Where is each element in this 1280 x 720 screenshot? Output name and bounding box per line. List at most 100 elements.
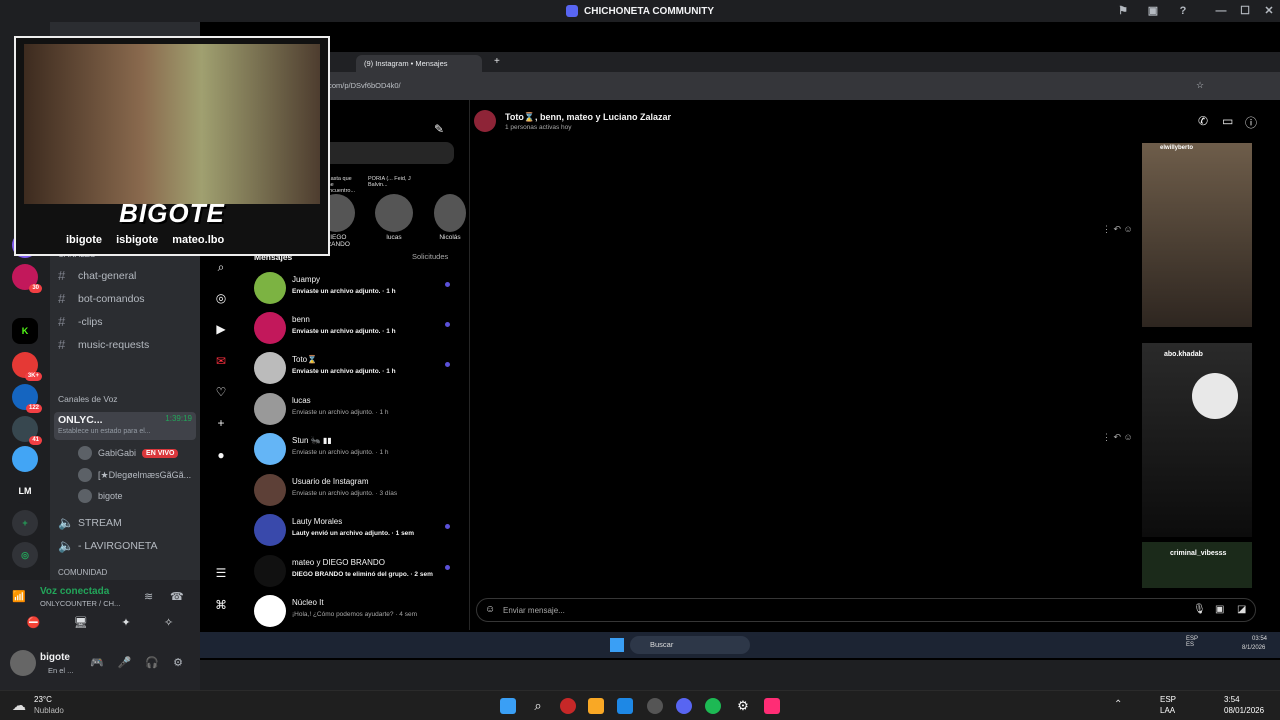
gamepad-icon[interactable]: 🎮: [90, 656, 104, 669]
reply-icon[interactable]: ⋮ ↶ ☺: [1102, 224, 1133, 235]
soundboard-icon[interactable]: ✧: [164, 616, 173, 638]
app-icon[interactable]: [617, 698, 633, 714]
voice-category-header[interactable]: Canales de Voz: [58, 394, 118, 404]
help-icon[interactable]: ?: [1176, 4, 1190, 18]
reels-icon[interactable]: ▶: [214, 322, 228, 336]
create-icon[interactable]: +: [214, 416, 228, 430]
profile-icon[interactable]: ●: [214, 448, 228, 462]
chevron-up-icon[interactable]: ⌃: [1114, 699, 1122, 710]
minimize-icon[interactable]: —: [1214, 4, 1228, 18]
image-icon[interactable]: ▣: [1215, 604, 1224, 615]
dm-list-item[interactable]: Lauty Morales Lauty envió un archivo adju…: [254, 514, 464, 550]
discover-icon[interactable]: ◎: [12, 542, 38, 568]
screen-share-icon[interactable]: 🖥: [74, 616, 88, 638]
microphone-icon[interactable]: 🎤: [118, 656, 132, 669]
messages-icon[interactable]: ✉: [214, 354, 228, 368]
windows-start-icon[interactable]: [610, 638, 624, 652]
avatar[interactable]: [10, 650, 36, 676]
file-explorer-icon[interactable]: [588, 698, 604, 714]
url-text[interactable]: .com/p/DSvf6bOD4k0/: [326, 81, 401, 90]
sticker-icon[interactable]: ◪: [1237, 604, 1246, 615]
story-avatar: [434, 194, 466, 232]
avatar[interactable]: [474, 110, 496, 132]
explore-icon[interactable]: ◎: [214, 291, 228, 305]
server-icon[interactable]: 3K+: [12, 352, 42, 381]
add-server-icon[interactable]: +: [12, 510, 38, 536]
server-icon[interactable]: 122: [12, 384, 42, 413]
app-icon[interactable]: [764, 698, 780, 714]
weather-icon[interactable]: ☁: [12, 697, 26, 714]
threads-icon[interactable]: ⌘: [214, 598, 228, 612]
channel-music-requests[interactable]: # music-requests: [58, 337, 149, 352]
noise-suppression-icon[interactable]: ≋: [144, 590, 153, 603]
microphone-icon[interactable]: 🎙: [1193, 604, 1206, 615]
voice-channel-active[interactable]: ONLYC... 1:39:19 Establece un estado par…: [54, 412, 196, 440]
disconnect-icon[interactable]: ☎: [170, 590, 184, 603]
dm-list-item[interactable]: Usuario de Instagram Enviaste un archivo …: [254, 474, 464, 510]
voice-user[interactable]: bigote: [78, 489, 123, 503]
voice-channel-label[interactable]: ONLYCOUNTER / CH...: [40, 599, 120, 608]
maximize-icon[interactable]: ☐: [1238, 4, 1252, 18]
lm-server-icon[interactable]: LM: [12, 478, 38, 504]
dm-list-item[interactable]: Stun 🐜 ▮▮ Enviaste un archivo adjunto. · …: [254, 433, 464, 469]
bookmark-icon[interactable]: ☆: [1196, 80, 1204, 91]
inbox-icon[interactable]: ⚑: [1116, 4, 1130, 18]
server-icon[interactable]: 30: [12, 264, 42, 293]
kick-server-icon[interactable]: K: [12, 318, 38, 344]
voice-channel-lavirgoneta[interactable]: 🔈 - LAVIRGONETA: [58, 538, 158, 554]
tab-requests[interactable]: Solicitudes: [412, 252, 448, 261]
activities-icon[interactable]: ✦: [121, 616, 130, 638]
voice-channel-stream[interactable]: 🔈 STREAM: [58, 515, 122, 531]
username[interactable]: bigote: [40, 652, 70, 663]
chat-title[interactable]: Toto⌛, benn, mateo y Luciano Zalazar: [505, 112, 671, 123]
chat-subtitle: 1 personas activas hoy: [505, 124, 572, 131]
inner-search-box[interactable]: Buscar: [630, 636, 750, 654]
discord-icon[interactable]: [676, 698, 692, 714]
emoji-icon[interactable]: ☺: [485, 604, 495, 615]
community-category-header[interactable]: COMUNIDAD: [58, 568, 107, 577]
heart-icon[interactable]: ♡: [214, 385, 228, 399]
story-item[interactable]: Nicolás: [432, 194, 468, 241]
voice-user[interactable]: [★DlegøelmæsGãGã...: [78, 468, 191, 482]
dm-list-item[interactable]: Juampy Enviaste un archivo adjunto. · 1 h: [254, 272, 464, 308]
dm-list-item[interactable]: lucas Enviaste un archivo adjunto. · 1 h: [254, 393, 464, 429]
server-icon[interactable]: [12, 446, 38, 472]
avatar: [254, 312, 286, 344]
headphones-icon[interactable]: 🎧: [145, 656, 159, 669]
search-icon[interactable]: ⌕: [214, 260, 228, 274]
video-off-icon[interactable]: ⛔: [27, 616, 41, 638]
shared-reel[interactable]: criminal_vibesss: [1142, 542, 1252, 588]
new-tab-icon[interactable]: +: [494, 56, 500, 67]
tab-instagram[interactable]: (9) Instagram • Mensajes: [356, 55, 482, 72]
compose-icon[interactable]: ✎: [434, 122, 444, 136]
start-icon[interactable]: [500, 698, 516, 714]
server-icon[interactable]: 41: [12, 416, 42, 445]
app-icon[interactable]: [647, 698, 663, 714]
search-input[interactable]: [320, 142, 454, 164]
dm-list-item[interactable]: benn Enviaste un archivo adjunto. · 1 h: [254, 312, 464, 348]
phone-icon[interactable]: ✆: [1198, 114, 1208, 128]
settings-icon[interactable]: ⚙: [735, 698, 751, 714]
dm-list-item[interactable]: mateo y DIEGO BRANDO DIEGO BRANDO te elim…: [254, 555, 464, 591]
stream-icon[interactable]: ▣: [1146, 4, 1160, 18]
story-item[interactable]: lucas: [374, 194, 414, 241]
search-icon[interactable]: ⌕: [530, 698, 546, 714]
dm-list-item[interactable]: Toto⌛ Enviaste un archivo adjunto. · 1 h: [254, 352, 464, 388]
shared-reel[interactable]: elwillyberto: [1142, 143, 1252, 327]
channel-clips[interactable]: # -clips: [58, 314, 103, 329]
video-icon[interactable]: ▭: [1222, 114, 1233, 128]
channel-chat-general[interactable]: # chat-general: [58, 268, 136, 283]
settings-icon[interactable]: ⚙: [173, 656, 183, 669]
dm-list-item[interactable]: Núcleo It ¡Hola,! ¿Cómo podemos ayudarte?…: [254, 595, 464, 631]
close-icon[interactable]: ✕: [1262, 4, 1276, 18]
spotify-icon[interactable]: [705, 698, 721, 714]
message-composer[interactable]: ☺ Enviar mensaje... 🎙 ▣ ◪: [476, 598, 1256, 622]
menu-icon[interactable]: ☰: [214, 566, 228, 580]
info-icon[interactable]: ⓘ: [1245, 114, 1257, 131]
voice-user[interactable]: GabiGabi EN VIVO: [78, 446, 179, 460]
channel-bot-comandos[interactable]: # bot-comandos: [58, 291, 145, 306]
signal-icon[interactable]: 📶: [12, 590, 26, 604]
reply-icon[interactable]: ⋮ ↶ ☺: [1102, 432, 1133, 443]
shared-reel[interactable]: abo.khadab: [1142, 343, 1252, 537]
opera-icon[interactable]: [560, 698, 576, 714]
